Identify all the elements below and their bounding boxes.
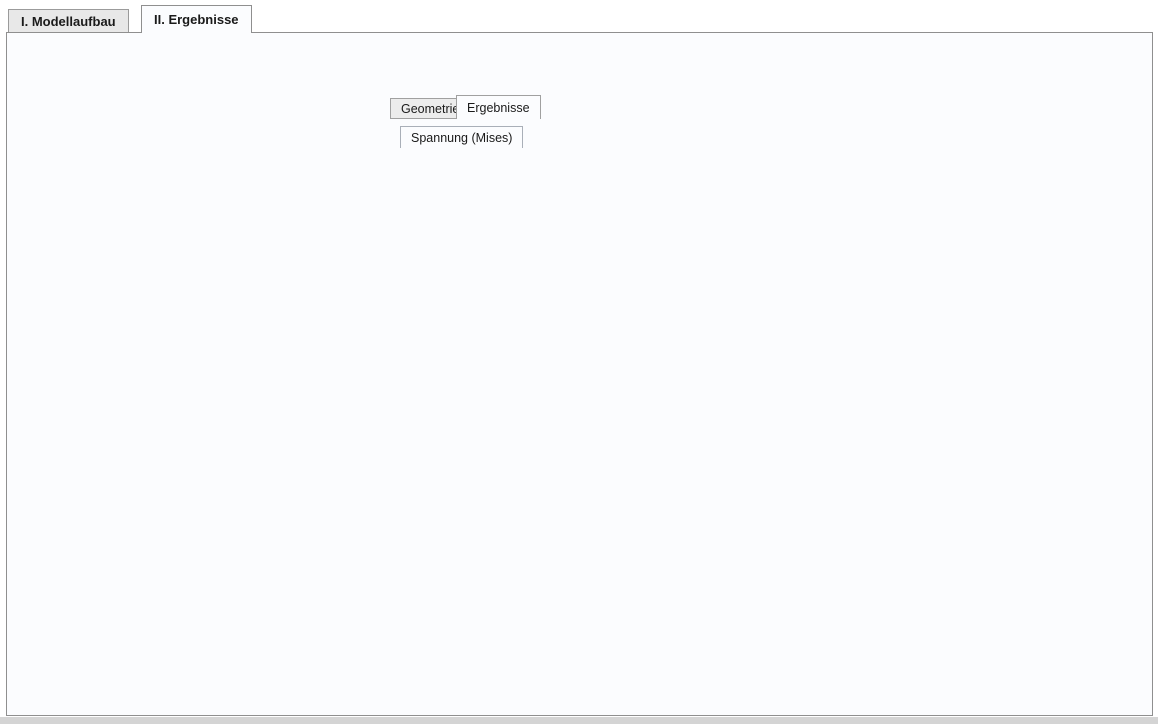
window-bottom-strip (0, 717, 1158, 724)
tab-spannung-mises[interactable]: Spannung (Mises) (400, 126, 523, 148)
main-panel (6, 32, 1153, 716)
tab-ergebnisse[interactable]: II. Ergebnisse (141, 5, 252, 33)
tab-ergebnisse-plot[interactable]: Ergebnisse (456, 95, 541, 119)
tab-modellaufbau[interactable]: I. Modellaufbau (8, 9, 129, 33)
app-window: { "app": { "tabs": [ {"label": "I. Model… (0, 0, 1158, 724)
